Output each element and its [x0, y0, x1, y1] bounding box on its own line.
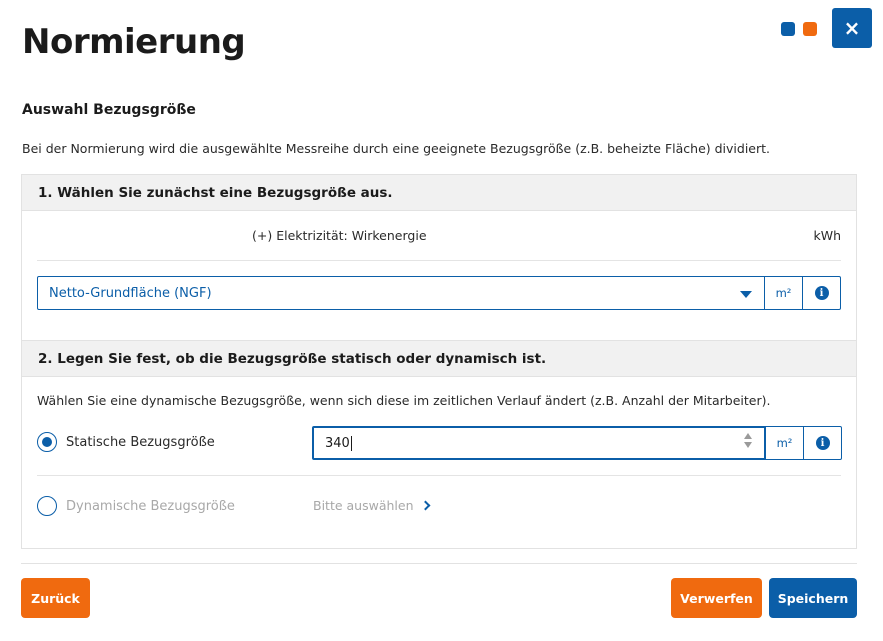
step2-description: Wählen Sie eine dynamische Bezugsgröße, … — [37, 393, 771, 408]
static-unit: m² — [766, 426, 804, 460]
reference-select[interactable]: Netto-Grundfläche (NGF) — [37, 276, 765, 310]
spin-down-icon[interactable] — [744, 442, 752, 448]
static-value: 340 — [325, 435, 350, 451]
dynamic-select-label: Bitte auswählen — [313, 498, 414, 513]
close-button[interactable]: × — [832, 8, 872, 48]
info-icon: i — [814, 286, 829, 300]
dynamic-option: Dynamische Bezugsgröße — [37, 496, 235, 516]
reference-select-value: Netto-Grundfläche (NGF) — [49, 285, 212, 301]
brand-dots — [781, 22, 817, 36]
spin-up-icon[interactable] — [744, 433, 752, 439]
dynamic-select-link[interactable]: Bitte auswählen — [313, 498, 430, 513]
dynamic-label: Dynamische Bezugsgröße — [66, 498, 235, 514]
step1-panel: 1. Wählen Sie zunächst eine Bezugsgröße … — [21, 174, 857, 340]
static-value-group: 340 m² i — [312, 426, 842, 460]
divider — [37, 475, 841, 476]
step2-panel: 2. Legen Sie fest, ob die Bezugsgröße st… — [21, 340, 857, 549]
static-info-button[interactable]: i — [804, 426, 842, 460]
reference-unit: m² — [765, 276, 803, 310]
blue-dot-icon — [781, 22, 795, 36]
step2-heading: 2. Legen Sie fest, ob die Bezugsgröße st… — [22, 341, 856, 377]
reference-info-button[interactable]: i — [803, 276, 841, 310]
static-option: Statische Bezugsgröße — [37, 432, 215, 452]
close-icon: × — [843, 16, 861, 40]
back-button[interactable]: Zurück — [21, 578, 90, 618]
dialog-title: Normierung — [22, 22, 246, 62]
radio-selected-icon — [42, 437, 52, 447]
static-radio[interactable] — [37, 432, 57, 452]
divider — [37, 260, 841, 261]
number-spinner — [744, 433, 752, 448]
reference-select-group: Netto-Grundfläche (NGF) m² i — [37, 276, 841, 310]
measure-unit: kWh — [813, 228, 841, 243]
measure-label: (+) Elektrizität: Wirkenergie — [252, 228, 427, 243]
section-subtitle: Auswahl Bezugsgröße — [22, 102, 196, 118]
orange-dot-icon — [803, 22, 817, 36]
discard-button[interactable]: Verwerfen — [671, 578, 762, 618]
chevron-down-icon — [740, 291, 752, 298]
step1-heading: 1. Wählen Sie zunächst eine Bezugsgröße … — [22, 175, 856, 211]
static-value-input[interactable]: 340 — [312, 426, 766, 460]
chevron-right-icon — [420, 500, 430, 511]
static-label: Statische Bezugsgröße — [66, 434, 215, 450]
dynamic-radio[interactable] — [37, 496, 57, 516]
footer-divider — [21, 563, 857, 564]
info-icon: i — [815, 436, 830, 450]
text-cursor — [350, 435, 352, 451]
save-button[interactable]: Speichern — [769, 578, 857, 618]
dialog-description: Bei der Normierung wird die ausgewählte … — [22, 141, 771, 156]
